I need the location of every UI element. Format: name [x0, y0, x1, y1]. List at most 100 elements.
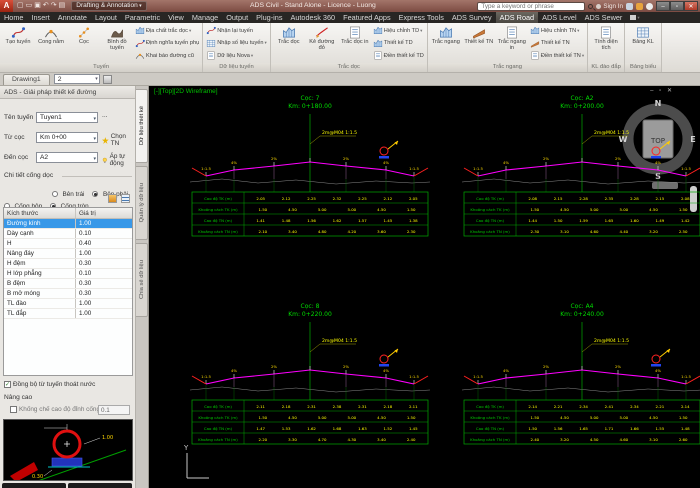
ribbon-button[interactable]: Điền thiết kế TN ▾	[530, 50, 584, 62]
ribbon-button[interactable]: Trắc dọc	[273, 24, 305, 62]
pick-tn-button[interactable]: Chọn TN	[102, 133, 135, 147]
field-label-den-coc: Đến cọc	[4, 154, 28, 161]
table-row[interactable]: B đệm0.30	[4, 279, 132, 289]
ribbon-button[interactable]: Thiết kế TN	[463, 24, 495, 62]
ribbon-button[interactable]: Trắc ngang	[430, 24, 462, 62]
ribbon-button[interactable]: Hiệu chỉnh TD ▾	[373, 25, 424, 37]
limit-checkbox[interactable]	[10, 406, 17, 413]
ribbon-tab-express-tools[interactable]: Express Tools	[395, 12, 448, 23]
table-row[interactable]: H0.40	[4, 239, 132, 249]
new-file-icon[interactable]: ▢	[17, 1, 24, 11]
ribbon-tab-home[interactable]: Home	[0, 12, 27, 23]
open-file-icon[interactable]: ▭	[26, 1, 33, 11]
sync-checkbox[interactable]: ✓	[4, 381, 11, 388]
svg-text:2.30: 2.30	[407, 229, 416, 234]
exchange-icon[interactable]	[626, 3, 633, 10]
ribbon-button[interactable]: Cong nằm	[35, 24, 67, 62]
sheet-set-icon[interactable]	[103, 75, 112, 84]
ribbon-button[interactable]: Thiết kế TD	[373, 37, 424, 49]
ribbon-tab-plug-ins[interactable]: Plug-ins	[252, 12, 286, 23]
table-row[interactable]: H lớp phẳng0.10	[4, 269, 132, 279]
ribbon-button[interactable]: Định nghĩa tuyến phụ	[135, 37, 199, 49]
ribbon-button[interactable]: Tạo tuyến	[2, 24, 34, 62]
table-row[interactable]: H đệm0.30	[4, 259, 132, 269]
ribbon-button[interactable]: Bình đồ tuyến	[101, 24, 133, 62]
panel-side-tab[interactable]: Chia sẻ dữ liệu	[136, 243, 148, 317]
ribbon-tab-parametric[interactable]: Parametric	[121, 12, 164, 23]
ribbon-button[interactable]: Bảng KL	[627, 24, 659, 62]
ribbon-tab-layout[interactable]: Layout	[91, 12, 121, 23]
undo-icon[interactable]: ↶	[43, 1, 49, 11]
limit-value-input[interactable]	[98, 405, 130, 415]
table-row[interactable]: B mở móng0.30	[4, 289, 132, 299]
ribbon-tab-manage[interactable]: Manage	[188, 12, 222, 23]
plot-icon[interactable]: ▤	[59, 1, 66, 11]
redo-icon[interactable]: ↷	[51, 1, 57, 11]
ribbon-tab-ads-level[interactable]: ADS Level	[538, 12, 580, 23]
from-stake-select[interactable]: Km 0+00	[36, 132, 98, 143]
sync-checkbox-row[interactable]: ✓ Đồng bộ từ tuyến thoát nước	[4, 381, 95, 388]
ribbon-tab-ads-road[interactable]: ADS Road	[496, 12, 538, 23]
svg-text:4.60: 4.60	[619, 437, 628, 442]
ribbon-button[interactable]: Điền thiết kế TD	[373, 50, 424, 62]
ribbon-button[interactable]: Trắc ngang in	[496, 24, 528, 62]
limit-checkbox-row[interactable]: Khống chế cao độ đỉnh cống	[10, 406, 100, 413]
help-icon[interactable]	[646, 3, 653, 10]
ribbon-button[interactable]: Tính diện tích	[590, 24, 622, 62]
help-search-input[interactable]	[477, 2, 585, 11]
minimize-button[interactable]: –	[656, 1, 670, 11]
ribbon-tab-autodesk-360[interactable]: Autodesk 360	[286, 12, 339, 23]
search-icon[interactable]	[588, 4, 593, 9]
ribbon-button[interactable]: Khai báo đường cũ	[135, 50, 199, 62]
ribbon-button[interactable]: Thiết kế TN	[530, 37, 584, 49]
signin-button[interactable]: Sign In	[596, 3, 623, 10]
svg-text:5.00: 5.00	[347, 415, 356, 420]
svg-text:3.10: 3.10	[649, 437, 658, 442]
ribbon-tab-ads-sewer[interactable]: ADS Sewer	[581, 12, 627, 23]
to-stake-select[interactable]: A2	[36, 152, 98, 163]
table-row[interactable]: TL đắp1.00	[4, 309, 132, 319]
close-button[interactable]: ✕	[684, 1, 698, 11]
panel-side-tab[interactable]: Quản lý dữ liệu	[136, 166, 148, 240]
ribbon-tab-output[interactable]: Output	[222, 12, 252, 23]
more-button[interactable]: ...	[102, 112, 108, 119]
ribbon-button[interactable]: Kẻ đường đỏ	[306, 24, 338, 62]
table-row[interactable]: Nâng đáy1.00	[4, 249, 132, 259]
panel-bottom-button-1[interactable]	[2, 483, 66, 488]
ribbon-tab-featured-apps[interactable]: Featured Apps	[339, 12, 394, 23]
autocad-logo-icon[interactable]: A	[0, 0, 13, 12]
table-row[interactable]: Đường kính1.00	[4, 219, 132, 229]
auto-apply-button[interactable]: Áp tự động	[102, 153, 135, 167]
ribbon-button[interactable]: Hiệu chỉnh TN ▾	[530, 25, 584, 37]
ribbon-button[interactable]: Cọc	[68, 24, 100, 62]
ribbon-tab-view[interactable]: View	[164, 12, 188, 23]
svg-text:2.11: 2.11	[256, 404, 265, 409]
ribbon-tab-annotate[interactable]: Annotate	[54, 12, 91, 23]
scale-combobox[interactable]: 2	[54, 74, 100, 84]
workspace-switcher[interactable]: Drafting & Annotation	[71, 1, 146, 11]
ribbon-button[interactable]: Dữ liệu Nova ▾	[206, 50, 267, 62]
ribbon-tab-ads-survey[interactable]: ADS Survey	[448, 12, 496, 23]
drawing-file-tab[interactable]: Drawing1	[3, 74, 50, 85]
panel-bottom-button-2[interactable]	[68, 483, 132, 488]
ribbon-button[interactable]: Trắc dọc in	[339, 24, 371, 62]
radio-ben-phai[interactable]	[92, 191, 98, 197]
panel-side-tab[interactable]: Dữ liệu thiết kế	[136, 89, 148, 163]
ribbon-button[interactable]: Địa chất trắc dọc ▾	[135, 25, 199, 37]
drawing-canvas[interactable]: [-][Top][2D Wireframe] – ▫ ✕ TOP N S W E…	[149, 86, 700, 488]
section-label: Chi tiết cống dọc	[4, 172, 53, 179]
table-row[interactable]: Dày cạnh0.10	[4, 229, 132, 239]
communication-center-icon[interactable]	[636, 3, 643, 10]
table-small-icon[interactable]	[121, 194, 130, 203]
restore-button[interactable]: ▫	[670, 1, 684, 11]
folder-icon[interactable]	[108, 194, 117, 203]
ribbon-button[interactable]: Nhận lại tuyến	[206, 25, 267, 37]
save-icon[interactable]: ▣	[34, 1, 41, 11]
table-row[interactable]: TL đào1.00	[4, 299, 132, 309]
route-name-select[interactable]: Tuyen1	[36, 112, 98, 123]
title-bar: A ▢▭▣↶↷▤ Drafting & Annotation ADS Civil…	[0, 0, 700, 12]
svg-text:Cọc: 8: Cọc: 8	[301, 303, 320, 310]
ribbon-options-icon[interactable]: ▾	[626, 12, 643, 23]
ribbon-button[interactable]: Nhập số liệu tuyến ▾	[206, 37, 267, 49]
ribbon-tab-insert[interactable]: Insert	[27, 12, 53, 23]
